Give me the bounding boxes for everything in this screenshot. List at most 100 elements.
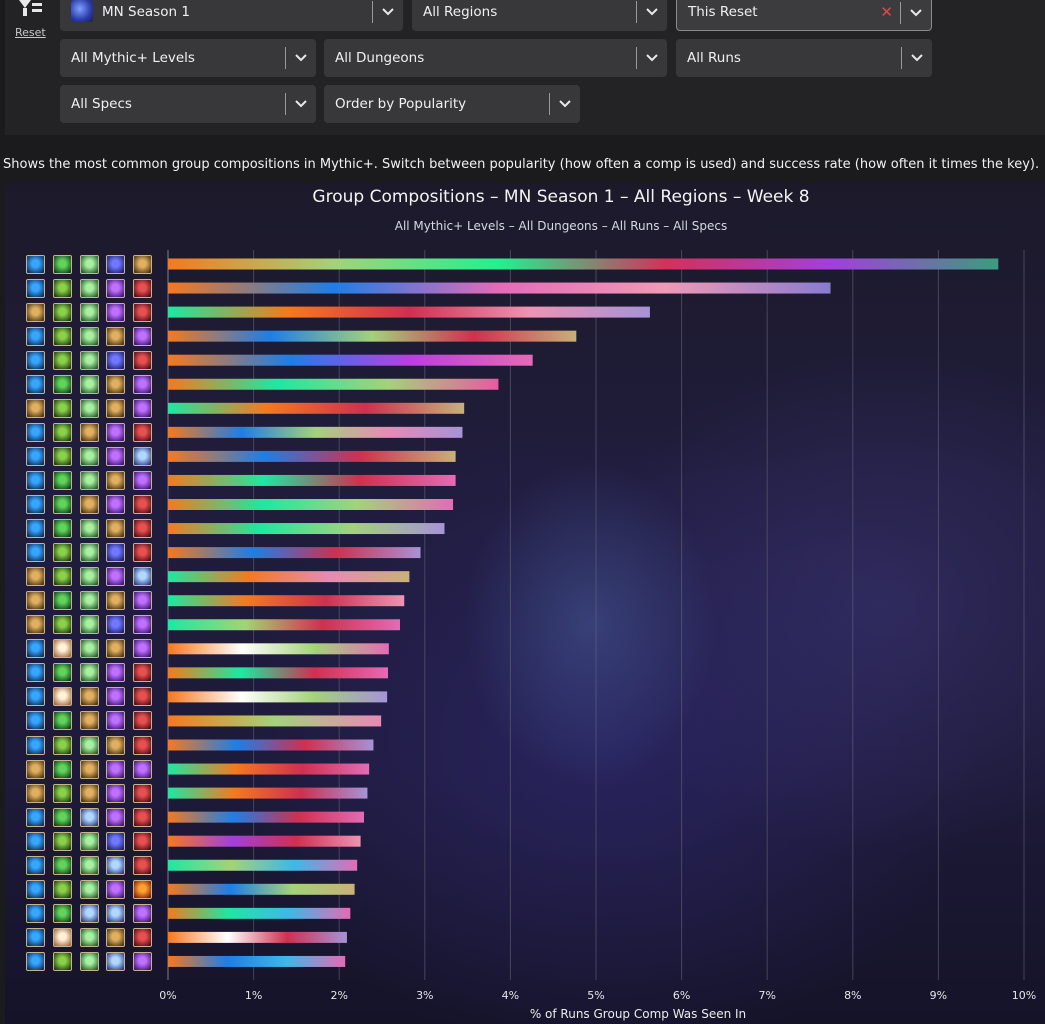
blue-purple-spec-icon[interactable] <box>106 254 125 274</box>
fel-green-spec-icon[interactable] <box>80 855 99 875</box>
purple-dps-spec-icon[interactable] <box>106 807 125 827</box>
red-dps-spec-icon[interactable] <box>133 783 152 803</box>
gold-dps-spec-icon[interactable] <box>106 591 125 611</box>
purple-dps-spec-icon[interactable] <box>106 302 125 322</box>
bar-comp-13[interactable]: 2.95% <box>168 547 421 559</box>
blue-tank-spec-icon[interactable] <box>26 350 45 370</box>
gold-dps-spec-icon[interactable] <box>80 783 99 803</box>
blue-tank-spec-icon[interactable] <box>26 663 45 683</box>
green-heal-spec-icon[interactable] <box>53 374 72 394</box>
fel-green-spec-icon[interactable] <box>80 326 99 346</box>
red-dps-spec-icon[interactable] <box>133 278 152 298</box>
gold-dps-spec-icon[interactable] <box>80 422 99 442</box>
green-heal-spec-icon[interactable] <box>53 254 72 274</box>
green-dps-spec-icon[interactable] <box>53 302 72 322</box>
gold-dps-spec-icon[interactable] <box>26 759 45 779</box>
bar-comp-4[interactable]: 4.77% <box>168 330 577 342</box>
fel-green-spec-icon[interactable] <box>80 374 99 394</box>
blue-tank-spec-icon[interactable] <box>26 422 45 442</box>
green-dps-spec-icon[interactable] <box>53 350 72 370</box>
gold-dps-spec-icon[interactable] <box>80 759 99 779</box>
purple-dps-spec-icon[interactable] <box>133 639 152 659</box>
blue-tank-spec-icon[interactable] <box>26 855 45 875</box>
bar-comp-8[interactable]: 3.44% <box>168 426 463 438</box>
ice-dps-spec-icon[interactable] <box>106 855 125 875</box>
bar-comp-7[interactable]: 3.46% <box>168 402 465 414</box>
gold-dps-spec-icon[interactable] <box>80 687 99 707</box>
blue-tank-spec-icon[interactable] <box>26 711 45 731</box>
green-dps-spec-icon[interactable] <box>53 543 72 563</box>
green-dps-spec-icon[interactable] <box>53 422 72 442</box>
blue-tank-spec-icon[interactable] <box>26 374 45 394</box>
purple-dps-spec-icon[interactable] <box>133 759 152 779</box>
red-dps-spec-icon[interactable] <box>133 495 152 514</box>
fel-green-spec-icon[interactable] <box>80 927 99 947</box>
blue-purple-spec-icon[interactable] <box>106 831 125 851</box>
green-dps-spec-icon[interactable] <box>53 398 72 418</box>
bar-comp-16[interactable]: 2.71% <box>168 619 400 631</box>
bar-comp-6[interactable]: 3.86% <box>168 378 499 390</box>
purple-dps-spec-icon[interactable] <box>106 446 125 466</box>
blue-tank-spec-icon[interactable] <box>26 735 45 755</box>
purple-dps-spec-icon[interactable] <box>106 495 125 514</box>
gold-dps-spec-icon[interactable] <box>133 254 152 274</box>
blue-tank-spec-icon[interactable] <box>26 254 45 274</box>
green-heal-spec-icon[interactable] <box>53 759 72 779</box>
green-heal-spec-icon[interactable] <box>53 663 72 683</box>
gold-dps-spec-icon[interactable] <box>80 711 99 731</box>
green-dps-spec-icon[interactable] <box>53 735 72 755</box>
purple-dps-spec-icon[interactable] <box>106 879 125 899</box>
fel-green-spec-icon[interactable] <box>80 446 99 466</box>
blue-purple-spec-icon[interactable] <box>106 615 125 635</box>
gold-dps-spec-icon[interactable] <box>26 615 45 635</box>
green-heal-spec-icon[interactable] <box>53 807 72 827</box>
purple-dps-spec-icon[interactable] <box>133 470 152 490</box>
ice-dps-spec-icon[interactable] <box>106 903 125 923</box>
ice-dps-spec-icon[interactable] <box>80 807 99 827</box>
bar-comp-22[interactable]: 2.35% <box>168 763 370 775</box>
purple-dps-spec-icon[interactable] <box>106 783 125 803</box>
blue-tank-spec-icon[interactable] <box>26 470 45 490</box>
gold-dps-spec-icon[interactable] <box>26 591 45 611</box>
fel-green-spec-icon[interactable] <box>80 278 99 298</box>
fel-green-spec-icon[interactable] <box>80 470 99 490</box>
gold-dps-spec-icon[interactable] <box>26 783 45 803</box>
purple-dps-spec-icon[interactable] <box>106 663 125 683</box>
green-dps-spec-icon[interactable] <box>53 879 72 899</box>
gold-dps-spec-icon[interactable] <box>26 302 45 322</box>
fel-green-spec-icon[interactable] <box>80 639 99 659</box>
fel-green-spec-icon[interactable] <box>80 951 99 971</box>
purple-dps-spec-icon[interactable] <box>106 711 125 731</box>
bar-comp-10[interactable]: 3.36% <box>168 474 456 486</box>
green-dps-spec-icon[interactable] <box>53 783 72 803</box>
blue-purple-spec-icon[interactable] <box>106 350 125 370</box>
ice-dps-spec-icon[interactable] <box>80 903 99 923</box>
fel-green-spec-icon[interactable] <box>80 350 99 370</box>
bar-comp-1[interactable]: 9.7% <box>168 258 999 270</box>
green-heal-spec-icon[interactable] <box>53 903 72 923</box>
purple-dps-spec-icon[interactable] <box>133 951 152 971</box>
blue-tank-spec-icon[interactable] <box>26 326 45 346</box>
red-dps-spec-icon[interactable] <box>133 807 152 827</box>
purple-dps-spec-icon[interactable] <box>106 687 125 707</box>
blue-tank-spec-icon[interactable] <box>26 687 45 707</box>
red-dps-spec-icon[interactable] <box>133 711 152 731</box>
purple-dps-spec-icon[interactable] <box>133 591 152 611</box>
fel-green-spec-icon[interactable] <box>80 663 99 683</box>
gold-dps-spec-icon[interactable] <box>106 519 125 539</box>
gold-dps-spec-icon[interactable] <box>106 374 125 394</box>
blue-purple-spec-icon[interactable] <box>106 543 125 563</box>
white-heal-spec-icon[interactable] <box>53 687 72 707</box>
bar-comp-2[interactable]: 7.74% <box>168 282 831 294</box>
ice-dps-spec-icon[interactable] <box>133 446 152 466</box>
blue-tank-spec-icon[interactable] <box>26 951 45 971</box>
green-heal-spec-icon[interactable] <box>53 470 72 490</box>
green-dps-spec-icon[interactable] <box>53 446 72 466</box>
fel-green-spec-icon[interactable] <box>80 879 99 899</box>
ice-dps-spec-icon[interactable] <box>133 567 152 587</box>
gold-dps-spec-icon[interactable] <box>106 927 125 947</box>
blue-tank-spec-icon[interactable] <box>26 831 45 851</box>
fire-dps-spec-icon[interactable] <box>133 879 152 899</box>
gold-dps-spec-icon[interactable] <box>106 470 125 490</box>
gold-dps-spec-icon[interactable] <box>26 398 45 418</box>
